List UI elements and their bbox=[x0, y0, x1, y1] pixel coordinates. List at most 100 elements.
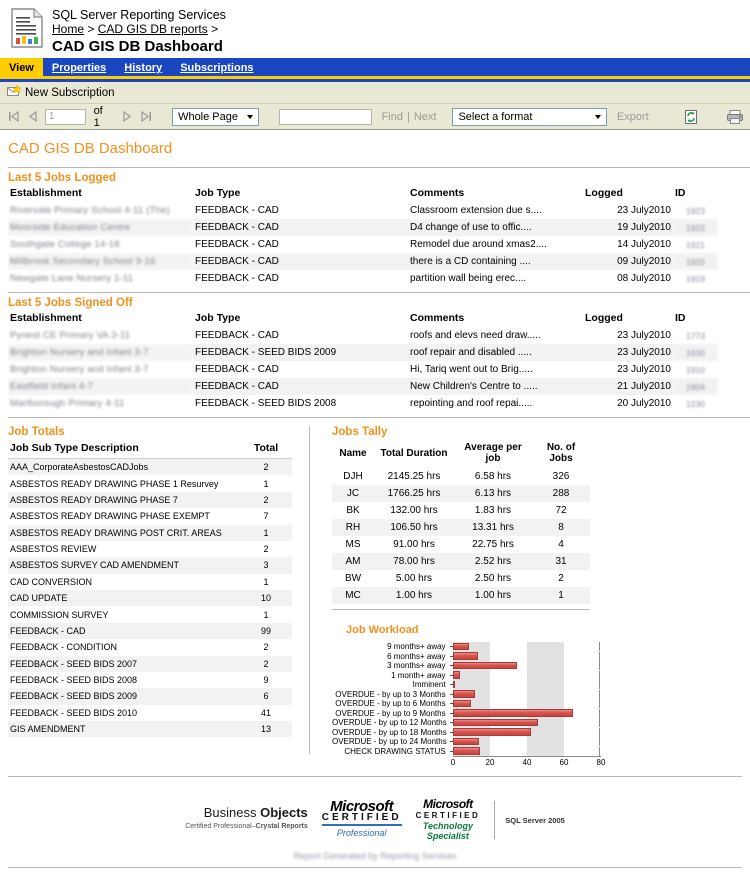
table-row[interactable]: FEEDBACK - SEED BIDS 2009 6 bbox=[8, 688, 292, 705]
cell-description: FEEDBACK - SEED BIDS 2009 bbox=[8, 688, 240, 705]
table-row[interactable]: JC 1766.25 hrs 6.13 hrs 288 bbox=[332, 485, 590, 502]
table-row[interactable]: FEEDBACK - CAD 99 bbox=[8, 622, 292, 640]
col-comments: Comments bbox=[410, 312, 465, 324]
chart-x-tick-label: 60 bbox=[559, 758, 569, 767]
new-subscription-label[interactable]: New Subscription bbox=[25, 87, 114, 99]
tab-history[interactable]: History bbox=[115, 58, 171, 76]
chart-bar[interactable] bbox=[452, 699, 472, 707]
search-input[interactable] bbox=[279, 108, 372, 125]
chart-category-label: 6 months+ away bbox=[387, 651, 446, 661]
chart-bar[interactable] bbox=[452, 661, 518, 669]
table-row[interactable]: MC 1.00 hrs 1.00 hrs 1 bbox=[332, 587, 590, 604]
footer-divider-bottom bbox=[8, 867, 742, 868]
cell-average: 6.58 hrs bbox=[474, 471, 512, 482]
chart-axis-line bbox=[599, 727, 600, 737]
chart-axis-line bbox=[599, 718, 600, 727]
table-row[interactable]: Eastfield Infant 4-7 FEEDBACK - CAD New … bbox=[8, 378, 718, 395]
chart-category-label: CHECK DRAWING STATUS bbox=[344, 746, 446, 756]
table-row[interactable]: DJH 2145.25 hrs 6.58 hrs 326 bbox=[332, 468, 590, 485]
zoom-select[interactable]: Whole Page bbox=[172, 107, 260, 126]
table-row[interactable]: Southgate College 14-18 FEEDBACK - CAD R… bbox=[8, 236, 718, 253]
first-page-icon[interactable] bbox=[6, 109, 21, 125]
table-row[interactable]: AM 78.00 hrs 2.52 hrs 31 bbox=[332, 553, 590, 570]
table-row[interactable]: BW 5.00 hrs 2.50 hrs 2 bbox=[332, 570, 590, 587]
table-row[interactable]: GIS AMENDMENT 13 bbox=[8, 721, 292, 738]
table-row[interactable]: FEEDBACK - CONDITION 2 bbox=[8, 639, 292, 655]
export-format-select[interactable]: Select a format bbox=[452, 107, 607, 126]
cell-job-type: FEEDBACK - CAD bbox=[193, 253, 408, 270]
bo-name-bold: Objects bbox=[260, 805, 308, 820]
cell-comments: Classroom extension due s.... bbox=[410, 205, 542, 216]
cell-total: 1 bbox=[263, 478, 269, 489]
table-row[interactable]: ASBESTOS READY DRAWING PHASE 72 bbox=[8, 491, 292, 509]
table-row[interactable]: MS 91.00 hrs 22.75 hrs 4 bbox=[332, 536, 590, 553]
chart-bar[interactable] bbox=[452, 737, 479, 745]
breadcrumb-home[interactable]: Home bbox=[52, 22, 84, 36]
table-row[interactable]: COMMISSION SURVEY 1 bbox=[8, 606, 292, 622]
page-number-input[interactable]: 1 bbox=[44, 108, 86, 125]
table-row[interactable]: CAD CONVERSION 1 bbox=[8, 574, 292, 590]
next-page-icon[interactable] bbox=[119, 109, 134, 125]
table-row[interactable]: BK 132.00 hrs 1.83 hrs 72 bbox=[332, 502, 590, 519]
table-row[interactable]: Millbrook Secondary School 9-16 FEEDBACK… bbox=[8, 253, 718, 270]
table-row[interactable]: FEEDBACK - SEED BIDS 2007 2 bbox=[8, 655, 292, 672]
table-header-row: Job Sub Type Description Total bbox=[8, 440, 292, 459]
chevron-down-icon bbox=[247, 114, 254, 119]
table-header-row: Name Total Duration Average per job No. … bbox=[332, 440, 590, 468]
cell-total-duration: 2145.25 hrs bbox=[387, 471, 441, 482]
cell-description: ASBESTOS READY DRAWING PHASE 1 Resurvey bbox=[10, 478, 219, 489]
table-row[interactable]: Rivervale Primary School 4-11 (The) FEED… bbox=[8, 202, 718, 219]
table-row[interactable]: ASBESTOS REVIEW 2 bbox=[8, 541, 292, 557]
table-row[interactable]: Moorside Education Centre FEEDBACK - CAD… bbox=[8, 219, 718, 236]
cell-establishment: Southgate College 14-18 bbox=[10, 239, 120, 250]
tab-properties[interactable]: Properties bbox=[43, 58, 115, 76]
table-row[interactable]: FEEDBACK - SEED BIDS 2008 9 bbox=[8, 672, 292, 688]
find-next-button[interactable]: Next bbox=[414, 111, 437, 123]
table-row[interactable]: ASBESTOS READY DRAWING PHASE 1 Resurvey 1 bbox=[8, 475, 292, 491]
breadcrumb-parent-folder[interactable]: CAD GIS DB reports bbox=[98, 22, 208, 36]
chart-bar[interactable] bbox=[452, 671, 460, 679]
table-row[interactable]: Pynest CE Primary VA 3-11 FEEDBACK - CAD… bbox=[8, 327, 718, 344]
table-row[interactable]: ASBESTOS SURVEY CAD AMENDMENT 3 bbox=[8, 557, 292, 574]
print-icon[interactable] bbox=[726, 108, 744, 126]
tab-view[interactable]: View bbox=[0, 58, 43, 76]
new-subscription-icon bbox=[7, 83, 22, 101]
col-no-of-jobs: No. of Jobs bbox=[546, 442, 576, 464]
table-row[interactable]: Brighton Nursery and Infant 3-7 FEEDBACK… bbox=[8, 344, 718, 361]
ms-word: Microsoft bbox=[423, 797, 473, 811]
cell-logged: 21 July2010 bbox=[583, 378, 673, 395]
refresh-icon[interactable] bbox=[683, 108, 700, 126]
table-row[interactable]: Newgate Lane Nursery 1-11 FEEDBACK - CAD… bbox=[8, 270, 718, 287]
chart-bar[interactable] bbox=[452, 747, 481, 755]
chart-bar[interactable] bbox=[452, 642, 470, 650]
chart-bar-row: 1 month+ away bbox=[332, 670, 600, 680]
chart-bar-track bbox=[452, 651, 600, 661]
export-button[interactable]: Export bbox=[617, 111, 649, 123]
chart-bar[interactable] bbox=[452, 690, 475, 698]
table-row[interactable]: AAA_CorporateAsbestosCADJobs 2 bbox=[8, 458, 292, 476]
chart-bar[interactable] bbox=[452, 709, 573, 717]
table-row[interactable]: RH 106.50 hrs 13.31 hrs 8 bbox=[332, 519, 590, 536]
cell-id: 1773 bbox=[686, 330, 705, 341]
cell-total-duration: 132.00 hrs bbox=[390, 505, 438, 516]
cell-description: FEEDBACK - SEED BIDS 2007 bbox=[8, 655, 240, 672]
chart-bar[interactable] bbox=[452, 680, 455, 688]
chart-bar[interactable] bbox=[452, 652, 479, 660]
table-row[interactable]: CAD UPDATE 10 bbox=[8, 590, 292, 607]
cell-comments: New Children's Centre to ..... bbox=[408, 378, 583, 395]
table-row[interactable]: ASBESTOS READY DRAWING PHASE EXEMPT 7 bbox=[8, 508, 292, 524]
table-row[interactable]: Brighton Nursery and Infant 3-7 FEEDBACK… bbox=[8, 361, 718, 378]
last-page-icon[interactable] bbox=[139, 109, 154, 125]
tab-subscriptions[interactable]: Subscriptions bbox=[171, 58, 262, 76]
chart-axis-line bbox=[598, 689, 600, 699]
table-row[interactable]: ASBESTOS READY DRAWING POST CRIT. AREAS 1 bbox=[8, 524, 292, 541]
table-row[interactable]: FEEDBACK - SEED BIDS 2010 41 bbox=[8, 705, 292, 721]
find-button[interactable]: Find bbox=[382, 111, 403, 123]
table-row[interactable]: Marlborough Primary 4-11 FEEDBACK - SEED… bbox=[8, 395, 718, 412]
cell-job-type: FEEDBACK - CAD bbox=[195, 239, 279, 250]
chart-bar-row: OVERDUE - by up to 24 Months bbox=[332, 737, 600, 746]
cell-establishment: Millbrook Secondary School 9-16 bbox=[8, 253, 193, 270]
chart-bar[interactable] bbox=[452, 728, 531, 736]
chart-bar[interactable] bbox=[452, 718, 539, 726]
previous-page-icon[interactable] bbox=[25, 109, 40, 125]
